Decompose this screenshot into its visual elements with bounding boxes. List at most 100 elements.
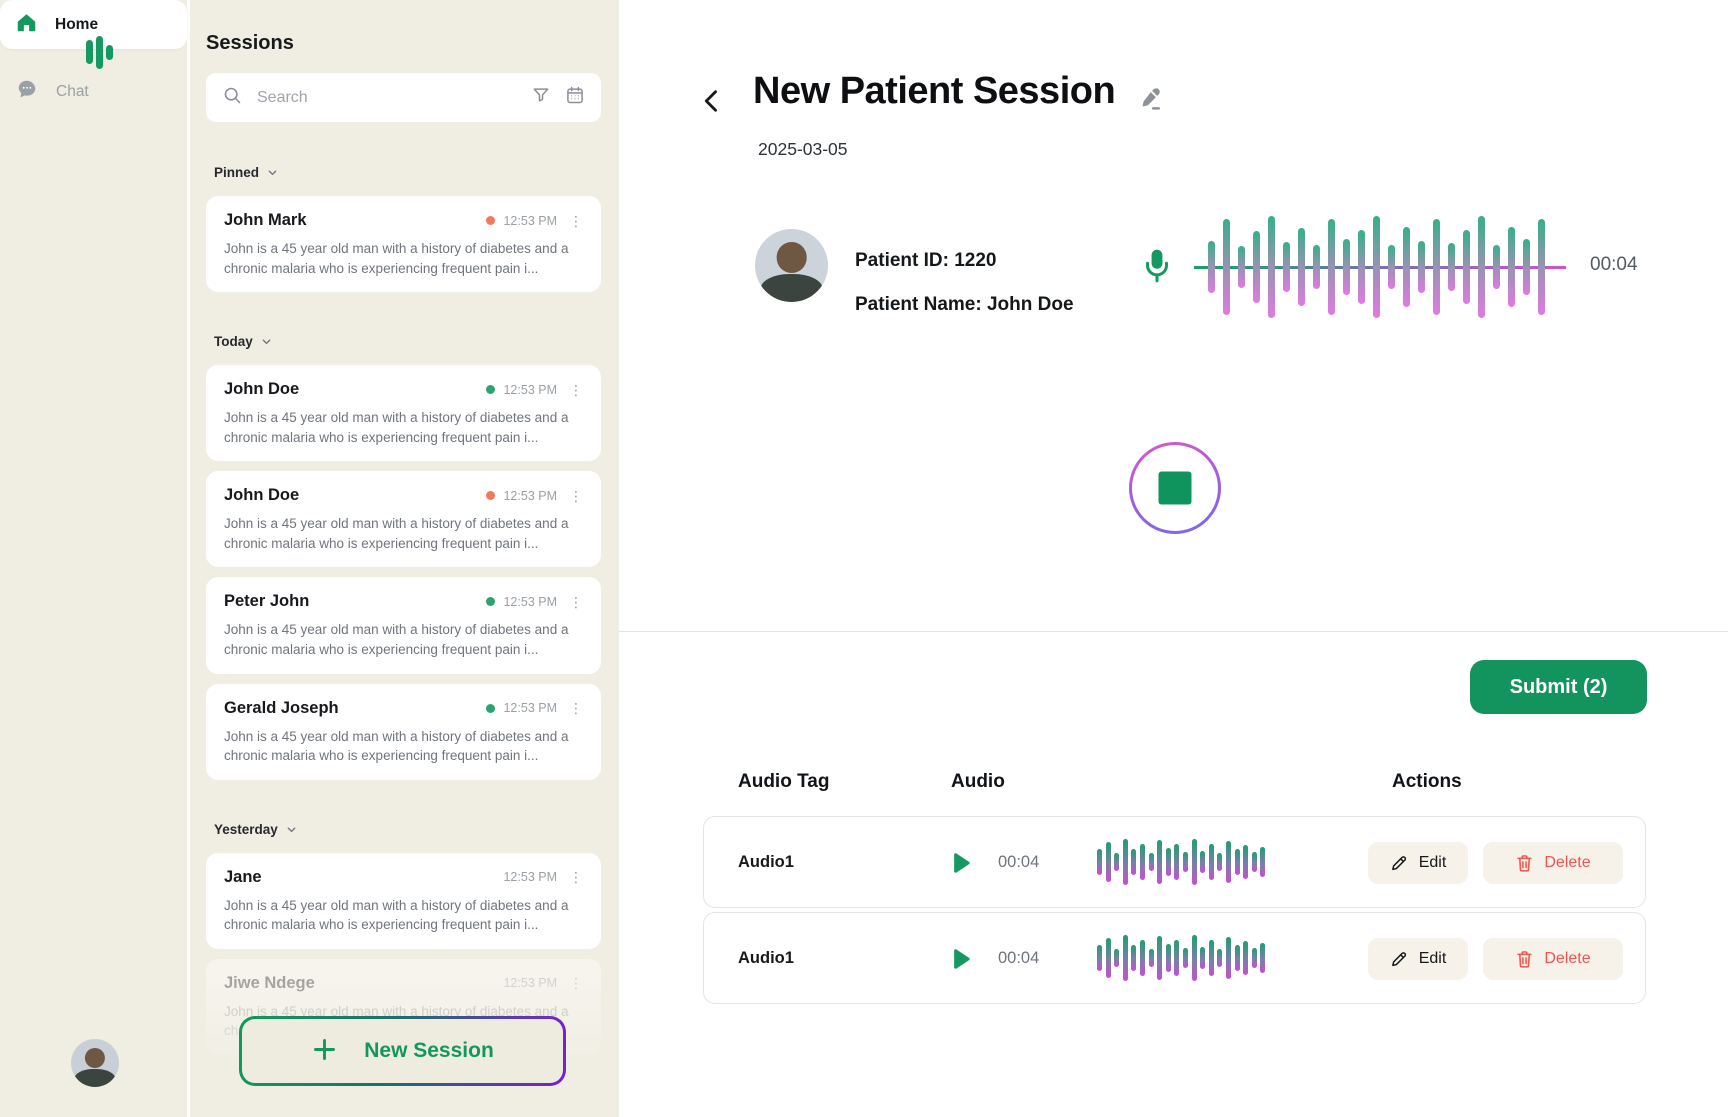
back-button[interactable] xyxy=(695,84,729,118)
session-description: John is a 45 year old man with a history… xyxy=(224,514,583,553)
chevron-down-icon xyxy=(266,166,279,179)
session-name: Jane xyxy=(224,868,503,887)
new-session-button[interactable]: New Session xyxy=(239,1016,566,1086)
session-time: 12:53 PM xyxy=(503,489,557,503)
pencil-icon xyxy=(1390,950,1409,969)
user-avatar[interactable] xyxy=(71,1039,119,1087)
sessions-title: Sessions xyxy=(206,32,294,55)
patient-avatar-photo xyxy=(755,229,828,302)
audio-waveform xyxy=(1097,817,1265,907)
microphone-icon xyxy=(1140,247,1174,290)
sidebar-item-chat[interactable]: Chat xyxy=(0,67,187,116)
patient-name: Patient Name: John Doe xyxy=(855,294,1074,316)
session-description: John is a 45 year old man with a history… xyxy=(224,896,583,935)
edit-button[interactable]: Edit xyxy=(1368,938,1468,980)
status-dot xyxy=(486,704,495,713)
search-icon xyxy=(222,85,243,111)
submit-button[interactable]: Submit (2) xyxy=(1470,660,1647,714)
session-card[interactable]: John Doe 12:53 PM ⋮ John is a 45 year ol… xyxy=(206,471,601,567)
session-group: Pinned John Mark 12:53 PM ⋮ John is a 45… xyxy=(206,165,601,292)
audio-duration: 00:04 xyxy=(998,949,1039,968)
app-root: Home Chat Sessions xyxy=(0,0,1728,1117)
session-date: 2025-03-05 xyxy=(758,139,848,160)
audio-table-row: Audio1 00:04 Edit Delete xyxy=(703,816,1646,908)
trash-icon xyxy=(1515,853,1534,874)
section-divider xyxy=(619,631,1728,632)
more-options-icon[interactable]: ⋮ xyxy=(569,383,583,397)
status-dot xyxy=(486,385,495,394)
home-icon xyxy=(16,12,37,38)
patient-id: Patient ID: 1220 xyxy=(855,250,1074,272)
audio-table: Audio1 00:04 Edit Delete Audio1 00:04 Ed… xyxy=(703,816,1646,1008)
status-dot xyxy=(486,216,495,225)
more-options-icon[interactable]: ⋮ xyxy=(569,489,583,503)
session-group-header[interactable]: Yesterday xyxy=(214,822,593,837)
session-description: John is a 45 year old man with a history… xyxy=(224,620,583,659)
app-logo-icon xyxy=(86,35,113,69)
table-header-audio-tag: Audio Tag xyxy=(738,771,829,793)
patient-info: Patient ID: 1220 Patient Name: John Doe xyxy=(855,250,1074,316)
page-title: New Patient Session xyxy=(753,70,1115,113)
status-dot xyxy=(486,491,495,500)
sidebar: Home Chat xyxy=(0,0,190,1117)
session-name: Peter John xyxy=(224,592,486,611)
main-content: New Patient Session 2025-03-05 Patient I… xyxy=(619,0,1728,1117)
more-options-icon[interactable]: ⋮ xyxy=(569,595,583,609)
sidebar-item-label: Home xyxy=(55,16,98,34)
session-time: 12:53 PM xyxy=(503,595,557,609)
session-card[interactable]: Jane 12:53 PM ⋮ John is a 45 year old ma… xyxy=(206,853,601,949)
more-options-icon[interactable]: ⋮ xyxy=(569,214,583,228)
session-description: John is a 45 year old man with a history… xyxy=(224,408,583,447)
edit-button[interactable]: Edit xyxy=(1368,842,1468,884)
more-options-icon[interactable]: ⋮ xyxy=(569,701,583,715)
session-card[interactable]: John Doe 12:53 PM ⋮ John is a 45 year ol… xyxy=(206,365,601,461)
calendar-icon[interactable] xyxy=(565,85,585,110)
session-card[interactable]: Gerald Joseph 12:53 PM ⋮ John is a 45 ye… xyxy=(206,684,601,780)
more-options-icon[interactable]: ⋮ xyxy=(569,870,583,884)
new-session-label: New Session xyxy=(364,1039,494,1063)
play-button[interactable] xyxy=(946,849,974,882)
table-header-actions: Actions xyxy=(1392,771,1462,793)
chevron-down-icon xyxy=(285,823,298,836)
session-group-header[interactable]: Today xyxy=(214,334,593,349)
delete-button[interactable]: Delete xyxy=(1483,842,1623,884)
audio-duration: 00:04 xyxy=(998,853,1039,872)
session-name: Gerald Joseph xyxy=(224,699,486,718)
session-group: Today John Doe 12:53 PM ⋮ John is a 45 y… xyxy=(206,334,601,780)
delete-button[interactable]: Delete xyxy=(1483,938,1623,980)
sessions-panel: Sessions Pinned John Mark 12:53 PM ⋮ xyxy=(190,0,619,1117)
stop-square-icon xyxy=(1159,472,1192,505)
session-group-label: Today xyxy=(214,334,253,349)
status-dot xyxy=(486,597,495,606)
search-input[interactable] xyxy=(257,89,517,107)
session-card[interactable]: John Mark 12:53 PM ⋮ John is a 45 year o… xyxy=(206,196,601,292)
patient-avatar xyxy=(755,229,828,302)
session-name: John Mark xyxy=(224,211,486,230)
session-name: John Doe xyxy=(224,486,486,505)
session-description: John is a 45 year old man with a history… xyxy=(224,727,583,766)
session-description: John is a 45 year old man with a history… xyxy=(224,239,583,278)
filter-icon[interactable] xyxy=(531,85,551,110)
sidebar-item-label: Chat xyxy=(56,83,89,101)
session-group-header[interactable]: Pinned xyxy=(214,165,593,180)
session-name: Jiwe Ndege xyxy=(224,974,503,993)
session-time: 12:53 PM xyxy=(503,870,557,884)
trash-icon xyxy=(1515,949,1534,970)
session-group-label: Pinned xyxy=(214,165,259,180)
session-card[interactable]: Peter John 12:53 PM ⋮ John is a 45 year … xyxy=(206,577,601,673)
recording-timer: 00:04 xyxy=(1590,254,1638,276)
edit-title-icon[interactable] xyxy=(1135,84,1165,119)
session-time: 12:53 PM xyxy=(503,214,557,228)
user-avatar-photo xyxy=(71,1039,119,1087)
stop-recording-button[interactable] xyxy=(1129,442,1221,534)
session-time: 12:53 PM xyxy=(503,701,557,715)
audio-table-row: Audio1 00:04 Edit Delete xyxy=(703,912,1646,1004)
table-header-audio: Audio xyxy=(951,771,1005,793)
chevron-down-icon xyxy=(260,335,273,348)
more-options-icon[interactable]: ⋮ xyxy=(569,976,583,990)
play-button[interactable] xyxy=(946,945,974,978)
session-time: 12:53 PM xyxy=(503,383,557,397)
session-group-label: Yesterday xyxy=(214,822,278,837)
recording-waveform xyxy=(1208,212,1554,322)
session-name: John Doe xyxy=(224,380,486,399)
